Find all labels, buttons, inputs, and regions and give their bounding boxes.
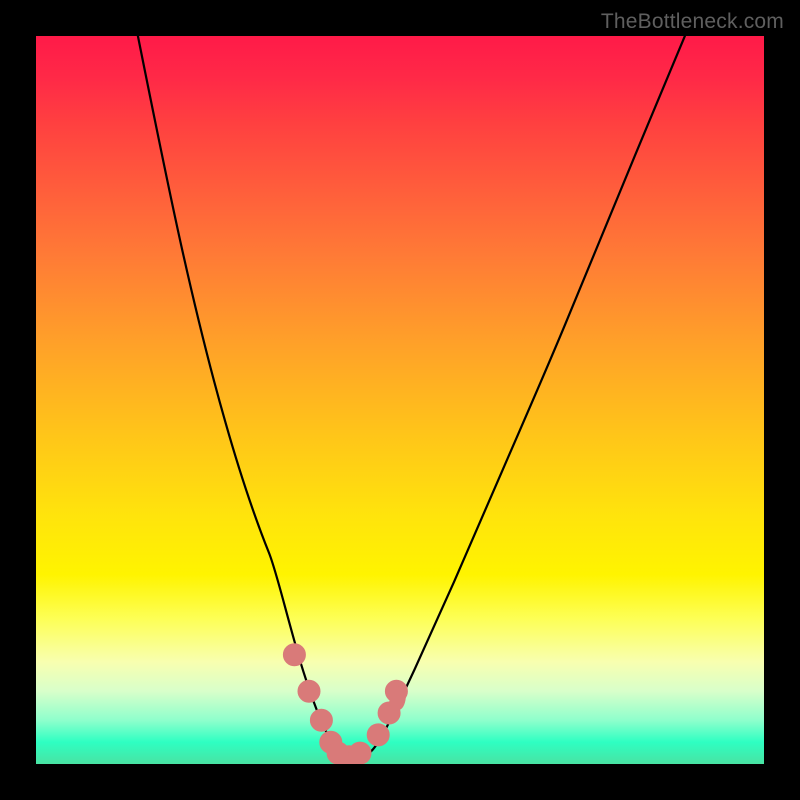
marker-dot xyxy=(349,742,371,764)
curve-line xyxy=(138,36,704,759)
marker-dot xyxy=(310,709,332,731)
watermark-text: TheBottleneck.com xyxy=(601,10,784,34)
plot-area xyxy=(36,36,764,764)
marker-dot xyxy=(298,680,320,702)
bottleneck-curve-svg xyxy=(36,36,764,764)
marker-dot xyxy=(283,644,305,666)
marker-group xyxy=(283,644,407,764)
chart-frame: TheBottleneck.com xyxy=(0,0,800,800)
marker-dot xyxy=(367,724,389,746)
